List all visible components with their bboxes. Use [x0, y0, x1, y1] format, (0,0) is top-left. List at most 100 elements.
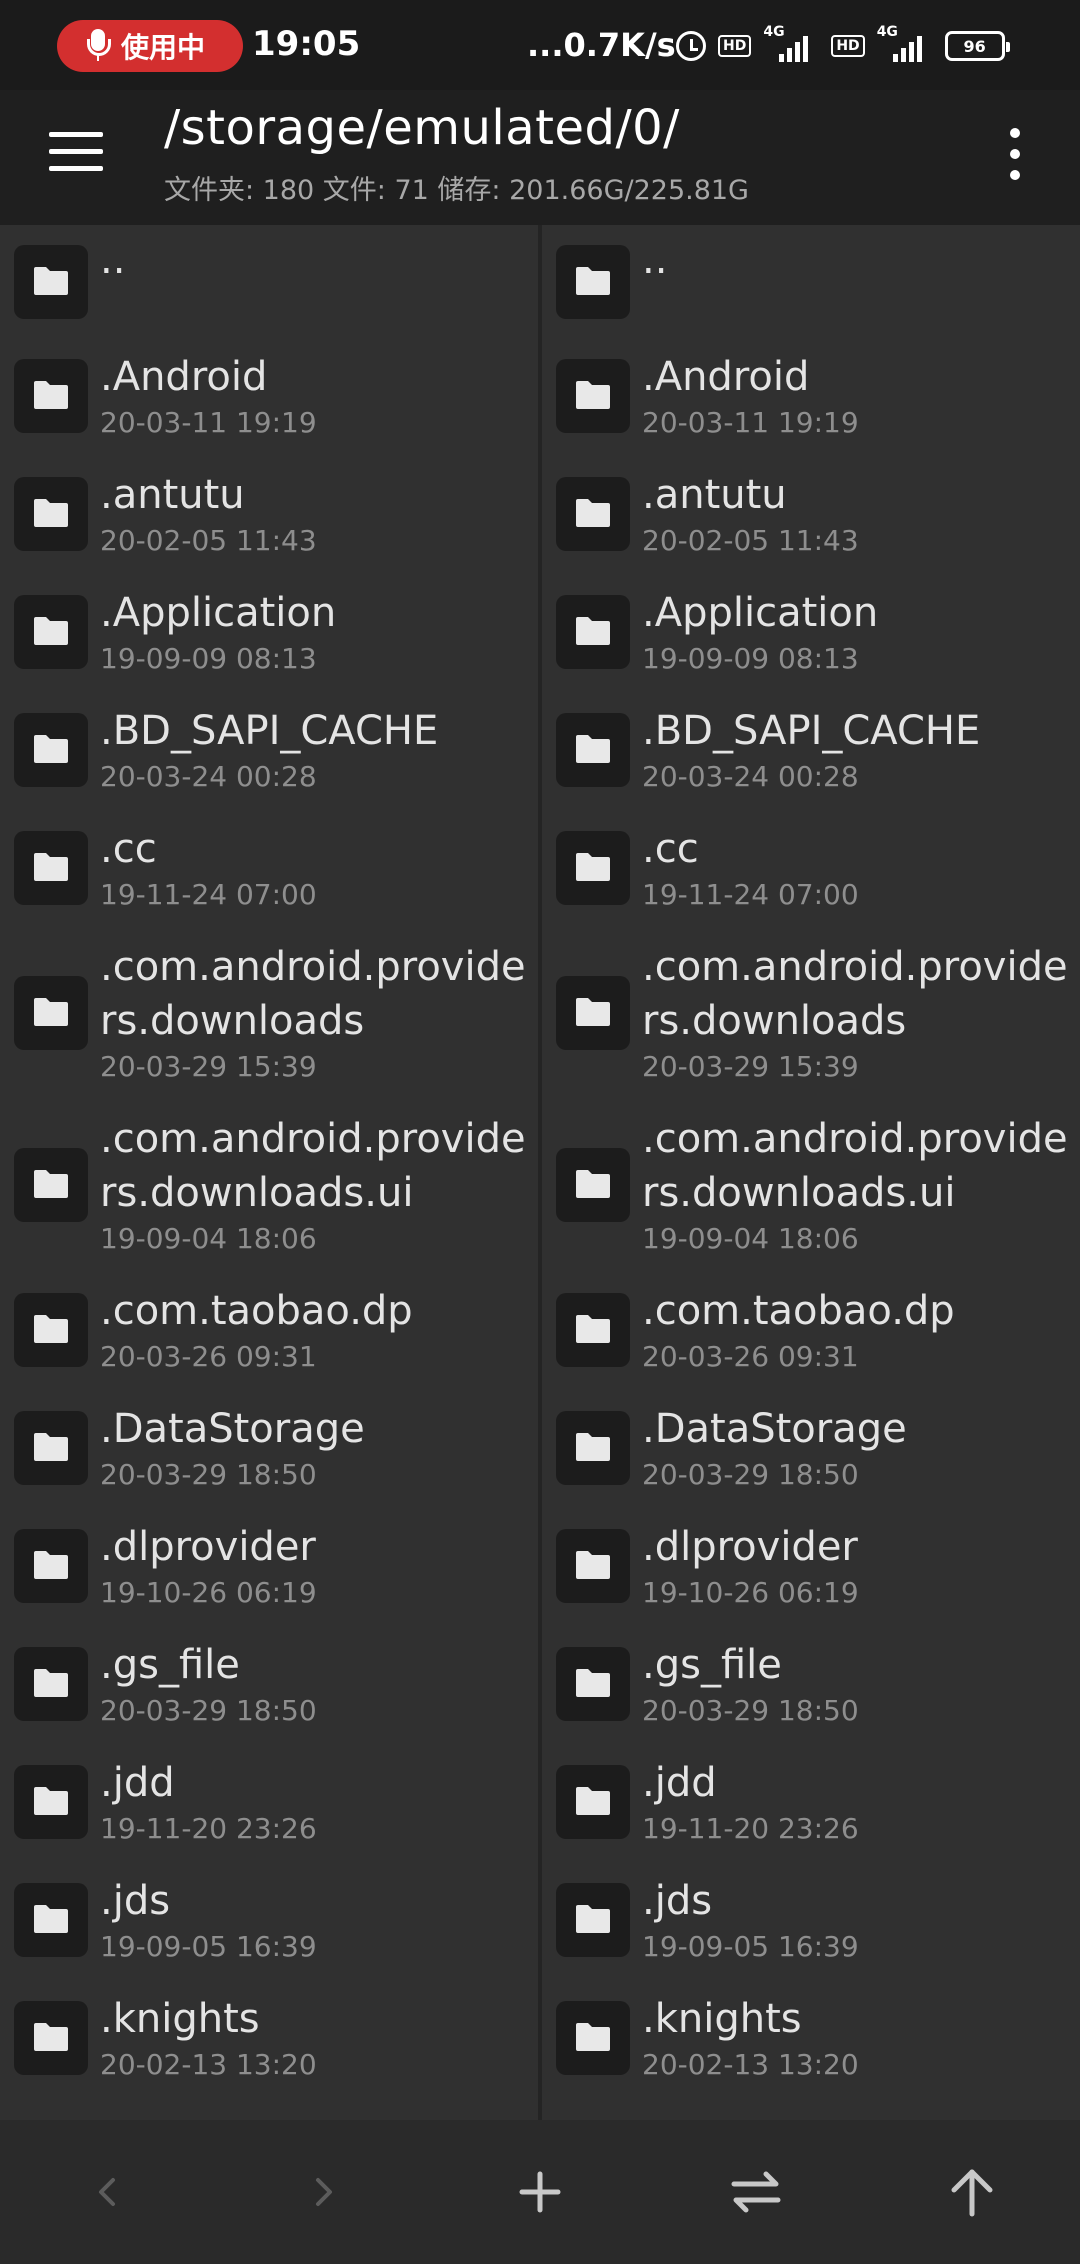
folder-row[interactable]: .knights 20-02-13 13:20: [0, 1979, 538, 2097]
folder-text: .jdd 19-11-20 23:26: [100, 1756, 538, 1848]
folder-icon: [14, 1293, 88, 1367]
hd-badge-2: HD: [831, 35, 865, 57]
folder-date: 19-09-09 08:13: [100, 642, 317, 675]
folder-row[interactable]: .jdd 19-11-20 23:26: [0, 1743, 538, 1861]
battery-level: 96: [963, 36, 986, 56]
back-button[interactable]: [57, 2120, 157, 2264]
folder-date: 20-02-13 13:20: [100, 2048, 317, 2081]
current-path: /storage/emulated/0/: [164, 100, 680, 156]
folder-row[interactable]: .Application 19-09-09 08:13: [542, 573, 1080, 691]
folder-row[interactable]: .com.android.providers.downloads 20-03-29…: [0, 927, 538, 1099]
chevron-right-icon: [316, 2178, 332, 2206]
folder-row[interactable]: .com.taobao.dp 20-03-26 09:31: [542, 1271, 1080, 1389]
folder-row[interactable]: ..: [542, 225, 1080, 337]
folder-icon: [14, 359, 88, 433]
signal-icon-2: 4G: [877, 24, 933, 64]
storage-summary: 文件夹: 180 文件: 71 储存: 201.66G/225.81G: [164, 175, 749, 206]
folder-name: .cc: [642, 826, 699, 872]
folder-text: .gs_file 20-03-29 18:50: [642, 1638, 1080, 1730]
folder-row[interactable]: .gs_file 20-03-29 18:50: [0, 1625, 538, 1743]
mic-in-use-pill[interactable]: 使用中: [57, 20, 243, 72]
folder-row[interactable]: .gs_file 20-03-29 18:50: [542, 1625, 1080, 1743]
folder-name: ..: [642, 237, 668, 283]
right-file-pane[interactable]: .. .Android 20-03-11 19:19 .antutu 20-02-05 …: [542, 225, 1080, 2120]
bottom-toolbar: [0, 2120, 1080, 2264]
folder-row[interactable]: .cc 19-11-24 07:00: [542, 809, 1080, 927]
folder-text: .com.android.providers.downloads 20-03-29…: [100, 940, 538, 1086]
parent-folder-button[interactable]: [922, 2120, 1022, 2264]
folder-row[interactable]: .antutu 20-02-05 11:43: [0, 455, 538, 573]
folder-name: .BD_SAPI_CACHE: [642, 708, 981, 754]
folder-row[interactable]: .com.android.providers.downloads 20-03-29…: [542, 927, 1080, 1099]
folder-date: 20-03-24 00:28: [100, 760, 317, 793]
folder-icon: [556, 477, 630, 551]
folder-row[interactable]: .knights 20-02-13 13:20: [542, 1979, 1080, 2097]
battery-icon: 96: [944, 31, 1010, 61]
folder-date: 20-03-11 19:19: [642, 406, 859, 439]
folder-row[interactable]: .com.taobao.dp 20-03-26 09:31: [0, 1271, 538, 1389]
folder-name: .com.taobao.dp: [642, 1288, 955, 1334]
folder-date: 19-09-04 18:06: [642, 1222, 859, 1255]
folder-name: .antutu: [100, 472, 245, 518]
microphone-icon: [85, 29, 111, 63]
add-button[interactable]: [490, 2120, 590, 2264]
folder-row[interactable]: .jdd 19-11-20 23:26: [542, 1743, 1080, 1861]
folder-icon: [14, 1883, 88, 1957]
folder-date: 20-02-05 11:43: [100, 524, 317, 557]
hamburger-menu-icon[interactable]: [49, 132, 103, 172]
folder-name: .jds: [642, 1878, 713, 1924]
swap-panes-button[interactable]: [706, 2120, 806, 2264]
folder-name: .dlprovider: [100, 1524, 316, 1570]
folder-icon: [14, 1765, 88, 1839]
folder-row[interactable]: ..: [0, 225, 538, 337]
folder-icon: [556, 831, 630, 905]
folder-row[interactable]: .Android 20-03-11 19:19: [0, 337, 538, 455]
folder-row[interactable]: .dlprovider 19-10-26 06:19: [542, 1507, 1080, 1625]
folder-row[interactable]: .DataStorage 20-03-29 18:50: [0, 1389, 538, 1507]
folder-row[interactable]: .DataStorage 20-03-29 18:50: [542, 1389, 1080, 1507]
folder-text: .com.taobao.dp 20-03-26 09:31: [100, 1284, 538, 1376]
folder-icon: [556, 1647, 630, 1721]
folder-icon: [14, 477, 88, 551]
folder-row[interactable]: .Android 20-03-11 19:19: [542, 337, 1080, 455]
folder-name: ..: [100, 237, 126, 283]
folder-row[interactable]: .com.android.providers.downloads.ui 19-09…: [0, 1099, 538, 1271]
folder-name: .com.android.providers.downloads: [100, 944, 526, 1044]
folder-text: .antutu 20-02-05 11:43: [100, 468, 538, 560]
folder-row[interactable]: .jds 19-09-05 16:39: [0, 1861, 538, 1979]
folder-date: 19-09-05 16:39: [100, 1930, 317, 1963]
folder-name: .dlprovider: [642, 1524, 858, 1570]
folder-text: .BD_SAPI_CACHE 20-03-24 00:28: [642, 704, 1080, 796]
folder-text: .gs_file 20-03-29 18:50: [100, 1638, 538, 1730]
folder-date: 20-03-11 19:19: [100, 406, 317, 439]
folder-icon: [556, 976, 630, 1050]
folder-row[interactable]: .dlprovider 19-10-26 06:19: [0, 1507, 538, 1625]
folder-icon: [14, 595, 88, 669]
folder-text: .knights 20-02-13 13:20: [100, 1992, 538, 2084]
mic-in-use-label: 使用中: [121, 31, 206, 64]
folder-row[interactable]: .cc 19-11-24 07:00: [0, 809, 538, 927]
more-options-icon[interactable]: [1000, 126, 1030, 182]
folder-icon: [556, 1765, 630, 1839]
folder-text: .cc 19-11-24 07:00: [642, 822, 1080, 914]
folder-row[interactable]: .Application 19-09-09 08:13: [0, 573, 538, 691]
folder-name: .Application: [100, 590, 337, 636]
folder-icon: [556, 245, 630, 319]
folder-date: 19-09-04 18:06: [100, 1222, 317, 1255]
folder-row[interactable]: .BD_SAPI_CACHE 20-03-24 00:28: [0, 691, 538, 809]
folder-row[interactable]: .com.android.providers.downloads.ui 19-09…: [542, 1099, 1080, 1271]
folder-text: .DataStorage 20-03-29 18:50: [100, 1402, 538, 1494]
folder-row[interactable]: .BD_SAPI_CACHE 20-03-24 00:28: [542, 691, 1080, 809]
folder-name: .com.android.providers.downloads.ui: [100, 1116, 526, 1216]
left-file-pane[interactable]: .. .Android 20-03-11 19:19 .antutu 20-02-05 …: [0, 225, 538, 2120]
signal-icon-1: 4G: [763, 24, 819, 64]
forward-button[interactable]: [274, 2120, 374, 2264]
folder-text: .Application 19-09-09 08:13: [100, 586, 538, 678]
arrow-up-icon: [951, 2169, 993, 2217]
folder-row[interactable]: .jds 19-09-05 16:39: [542, 1861, 1080, 1979]
folder-name: .jdd: [100, 1760, 175, 1806]
folder-date: 19-11-20 23:26: [100, 1812, 317, 1845]
folder-text: .jdd 19-11-20 23:26: [642, 1756, 1080, 1848]
swap-icon: [731, 2171, 781, 2213]
folder-row[interactable]: .antutu 20-02-05 11:43: [542, 455, 1080, 573]
